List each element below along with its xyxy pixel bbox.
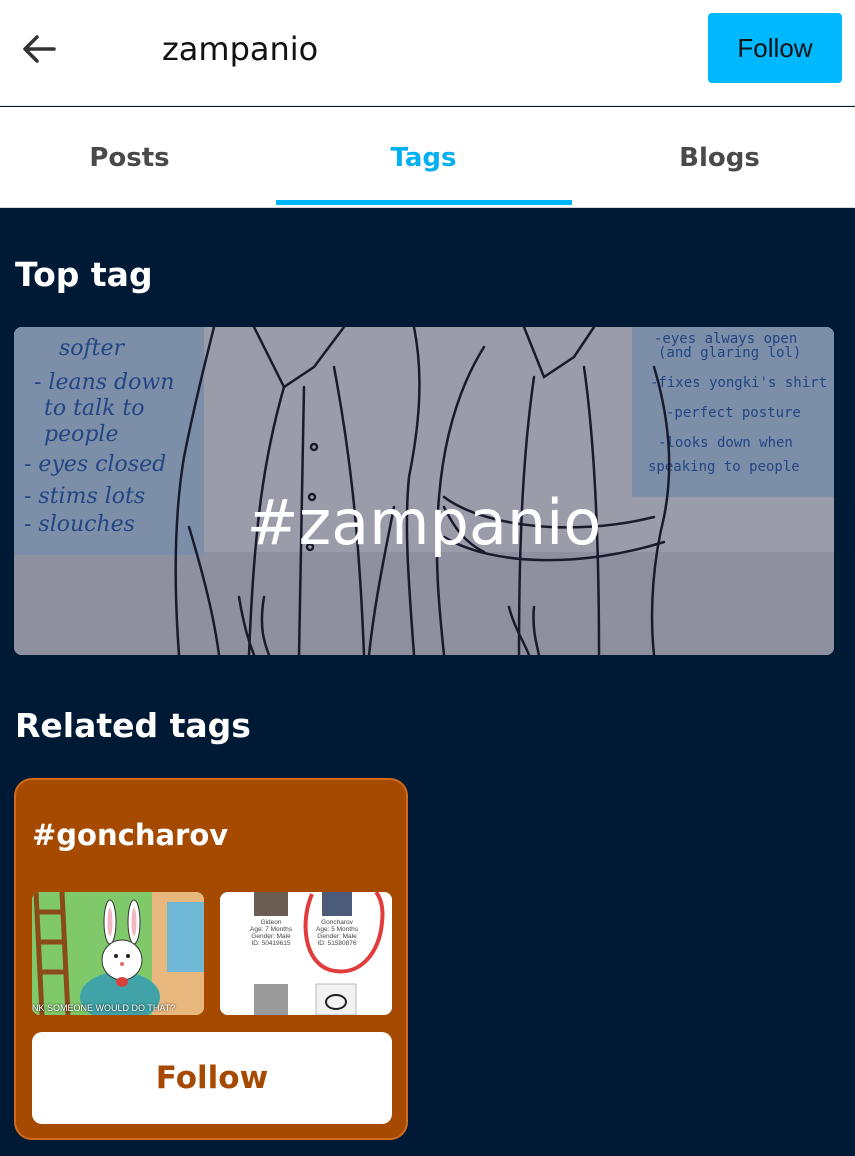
cartoon-rabbit-image	[32, 892, 204, 1015]
follow-button[interactable]: Follow	[708, 13, 842, 83]
pet-profiles-image: Gideon Age: 7 Months Gender: Male ID: 50…	[220, 892, 392, 1015]
back-arrow-icon[interactable]	[16, 26, 62, 72]
related-tags-heading: Related tags	[15, 706, 251, 745]
active-tab-indicator	[276, 200, 572, 205]
page-title: zampanio	[162, 30, 319, 68]
tab-posts[interactable]: Posts	[0, 107, 277, 208]
related-tag-name: #goncharov	[32, 818, 229, 852]
tab-bar: Posts Tags Blogs	[0, 107, 855, 208]
profile-1-gender: Gender: Male	[251, 933, 291, 940]
related-thumbnail-cartoon[interactable]: NK SOMEONE WOULD DO THAT?	[32, 892, 204, 1015]
profile-1-name: Gideon	[261, 919, 282, 926]
profile-2-id: ID: 51580876	[317, 940, 356, 947]
related-follow-button[interactable]: Follow	[32, 1032, 392, 1124]
top-tag-heading: Top tag	[15, 255, 153, 294]
profile-2-name: Goncharov	[321, 919, 354, 926]
top-bar: zampanio Follow	[0, 0, 855, 106]
profile-2-age: Age: 5 Months	[316, 926, 359, 933]
tab-tags[interactable]: Tags	[276, 107, 571, 208]
related-thumbnail-profiles[interactable]: Gideon Age: 7 Months Gender: Male ID: 50…	[220, 892, 392, 1015]
profile-1-id: ID: 50419615	[251, 940, 290, 947]
profile-2-gender: Gender: Male	[317, 933, 357, 940]
top-tag-card[interactable]: softer - leans down to talk to people - …	[14, 327, 834, 655]
thumbnail-caption: NK SOMEONE WOULD DO THAT?	[32, 1003, 176, 1013]
related-tag-card[interactable]: #goncharov NK SOMEONE WOULD DO THAT? Gid…	[14, 778, 408, 1140]
tab-blogs[interactable]: Blogs	[572, 107, 855, 208]
top-tag-label: #zampanio	[246, 486, 602, 559]
profile-1-age: Age: 7 Months	[250, 926, 293, 933]
